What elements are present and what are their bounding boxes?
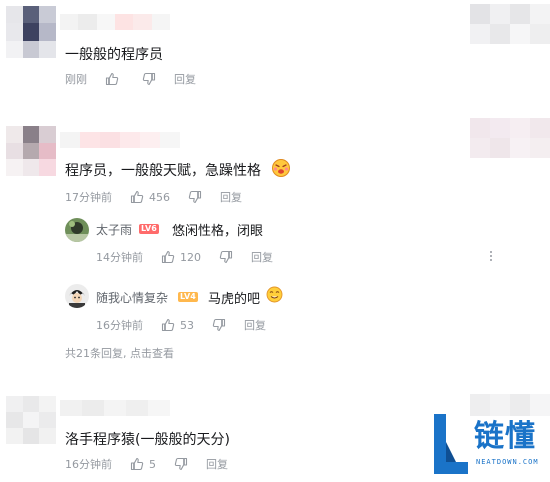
like-count: 456 — [149, 190, 170, 204]
dislike-button[interactable] — [142, 72, 156, 86]
comment-time: 16分钟前 — [65, 458, 112, 471]
dislike-button[interactable] — [188, 190, 202, 204]
thumb-up-icon — [130, 191, 144, 204]
thumb-down-icon — [174, 457, 188, 470]
reply-username[interactable]: 随我心情复杂 — [96, 289, 168, 306]
like-button[interactable]: 456 — [130, 190, 170, 204]
comment-time: 17分钟前 — [65, 191, 112, 204]
corner-pixelated — [470, 118, 550, 158]
username-pixelated — [60, 400, 170, 416]
comment-text: 洛手程序猿(一般般的天分) — [65, 432, 230, 448]
like-button[interactable]: 53 — [161, 318, 194, 332]
reply-button[interactable]: 回复 — [206, 456, 228, 472]
like-count: 53 — [180, 318, 194, 332]
comment-meta: 刚刚 回复 — [65, 71, 196, 87]
reply-button[interactable]: 回复 — [174, 71, 196, 87]
reply-button[interactable]: 回复 — [244, 317, 266, 333]
thumb-down-icon — [142, 72, 156, 85]
avatar-pixelated — [6, 6, 56, 58]
reply-username[interactable]: 太子雨 — [96, 221, 132, 238]
dislike-button[interactable] — [219, 250, 233, 264]
avatar[interactable] — [65, 284, 89, 308]
reply-text: 马虎的吧 — [208, 292, 261, 307]
comment-text: 程序员，一般般天赋，急躁性格 — [65, 160, 261, 180]
like-button[interactable]: 5 — [130, 457, 156, 471]
reply-meta: 14分钟前 120 回复 — [96, 249, 273, 265]
comment-text: 一般般的程序员 — [65, 47, 163, 63]
avatar-image — [65, 284, 89, 308]
thumb-down-icon — [212, 318, 226, 331]
corner-pixelated — [470, 4, 550, 44]
avatar-pixelated — [6, 126, 56, 176]
username-pixelated — [60, 14, 170, 30]
level-badge: LV6 — [139, 224, 159, 234]
watermark-url: NEATDOWN.COM — [476, 458, 539, 466]
like-button[interactable]: 120 — [161, 250, 201, 264]
emoji-sticker-icon — [266, 286, 283, 303]
reply-meta: 16分钟前 53 回复 — [96, 317, 266, 333]
emoji-sticker-icon — [272, 159, 290, 177]
thumb-up-icon — [161, 319, 175, 332]
thumb-up-icon — [161, 251, 175, 264]
avatar-pixelated — [6, 396, 56, 444]
comment-time: 刚刚 — [65, 73, 87, 86]
reply-button[interactable]: 回复 — [220, 189, 242, 205]
view-more-replies-link[interactable]: 共21条回复, 点击查看 — [65, 345, 174, 361]
comment-meta: 17分钟前 456 回复 — [65, 189, 242, 205]
like-count: 5 — [149, 457, 156, 471]
watermark-l-shape — [434, 414, 468, 474]
reply-text: 悠闲性格，闭眼 — [172, 224, 264, 239]
reply-button[interactable]: 回复 — [251, 249, 273, 265]
username-pixelated — [60, 132, 180, 148]
watermark-logo: 链懂 NEATDOWN.COM — [432, 412, 548, 478]
thumb-down-icon — [219, 250, 233, 263]
comment-text-content: 程序员，一般般天赋，急躁性格 — [65, 163, 261, 179]
like-count: 120 — [180, 250, 201, 264]
dislike-button[interactable] — [212, 318, 226, 332]
thumb-up-icon — [130, 458, 144, 471]
dislike-button[interactable] — [174, 457, 188, 471]
thumb-down-icon — [188, 190, 202, 203]
reply-time: 16分钟前 — [96, 319, 143, 332]
avatar[interactable] — [65, 218, 89, 242]
reply-time: 14分钟前 — [96, 251, 143, 264]
level-badge: LV4 — [178, 292, 198, 302]
avatar-image — [65, 218, 89, 242]
comment-meta: 16分钟前 5 回复 — [65, 456, 228, 472]
like-button[interactable] — [105, 72, 124, 86]
thumb-up-icon — [105, 73, 119, 86]
watermark-brand: 链懂 — [474, 419, 536, 454]
more-vertical-icon[interactable] — [490, 251, 492, 261]
